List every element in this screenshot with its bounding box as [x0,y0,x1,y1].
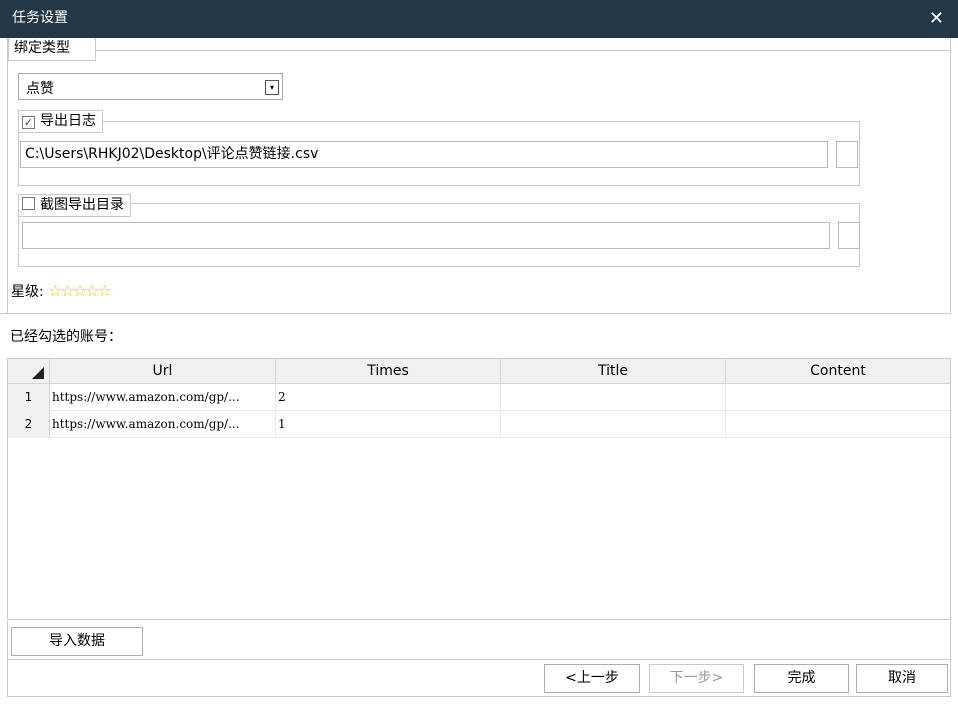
cell-content[interactable] [726,384,950,411]
cell-url[interactable]: https://www.amazon.com/gp/... [50,384,276,411]
screenshot-dir-legend: 截图导出目录 [18,194,131,217]
cell-times[interactable]: 2 [276,384,501,411]
column-header-content[interactable]: Content [726,359,950,384]
section-divider [0,313,951,314]
finish-button[interactable]: 完成 [754,664,849,693]
selected-accounts-label: 已经勾选的账号： [10,329,122,345]
table-row[interactable]: 2 https://www.amazon.com/gp/... 1 [8,411,950,438]
bind-type-divider [96,50,950,51]
cell-url[interactable]: https://www.amazon.com/gp/... [50,411,276,438]
table-row[interactable]: 1 https://www.amazon.com/gp/... 2 [8,384,950,411]
cell-content[interactable] [726,411,950,438]
window-title: 任务设置 [12,10,68,26]
export-log-label: 导出日志 [40,113,96,129]
close-icon[interactable]: ✕ [929,9,944,29]
bind-type-select[interactable]: 点赞 ▾ [18,73,283,100]
export-log-checkbox[interactable]: ✓ [22,116,35,129]
corner-triangle-icon [32,367,44,379]
cell-times[interactable]: 1 [276,411,501,438]
screenshot-dir-browse-button[interactable] [838,222,860,249]
column-header-title[interactable]: Title [501,359,726,384]
import-bar: 导入数据 [7,621,951,660]
rating-label: 星级: [11,284,44,300]
cancel-button[interactable]: 取消 [856,664,948,693]
column-header-url[interactable]: Url [50,359,276,384]
export-log-legend: ✓ 导出日志 [18,110,103,133]
screenshot-dir-checkbox[interactable] [22,197,35,210]
column-header-times[interactable]: Times [276,359,501,384]
export-log-path-field[interactable]: C:\Users\RHKJ02\Desktop\评论点赞链接.csv [20,141,828,168]
next-step-button[interactable]: 下一步> [649,664,744,693]
cell-title[interactable] [501,411,726,438]
import-data-button[interactable]: 导入数据 [11,627,143,656]
chevron-down-icon[interactable]: ▾ [265,80,279,95]
accounts-table: Url Times Title Content 1 https://www.am… [7,358,951,620]
wizard-footer: <上一步 下一步> 完成 取消 [7,660,951,697]
title-bar: 任务设置 ✕ [0,0,958,38]
select-all-corner[interactable] [8,359,50,384]
cell-title[interactable] [501,384,726,411]
screenshot-dir-path-field[interactable] [22,222,830,249]
bind-type-value: 点赞 [26,81,54,97]
star-rating-icon[interactable]: ☆☆☆☆☆ [48,281,112,300]
bind-type-label: 绑定类型 [8,38,96,61]
export-log-browse-button[interactable] [836,141,858,168]
prev-step-button[interactable]: <上一步 [544,664,640,693]
screenshot-dir-label: 截图导出目录 [40,197,124,213]
row-header[interactable]: 1 [8,384,50,411]
row-header[interactable]: 2 [8,411,50,438]
rating-row: 星级: ☆☆☆☆☆ [11,281,112,301]
